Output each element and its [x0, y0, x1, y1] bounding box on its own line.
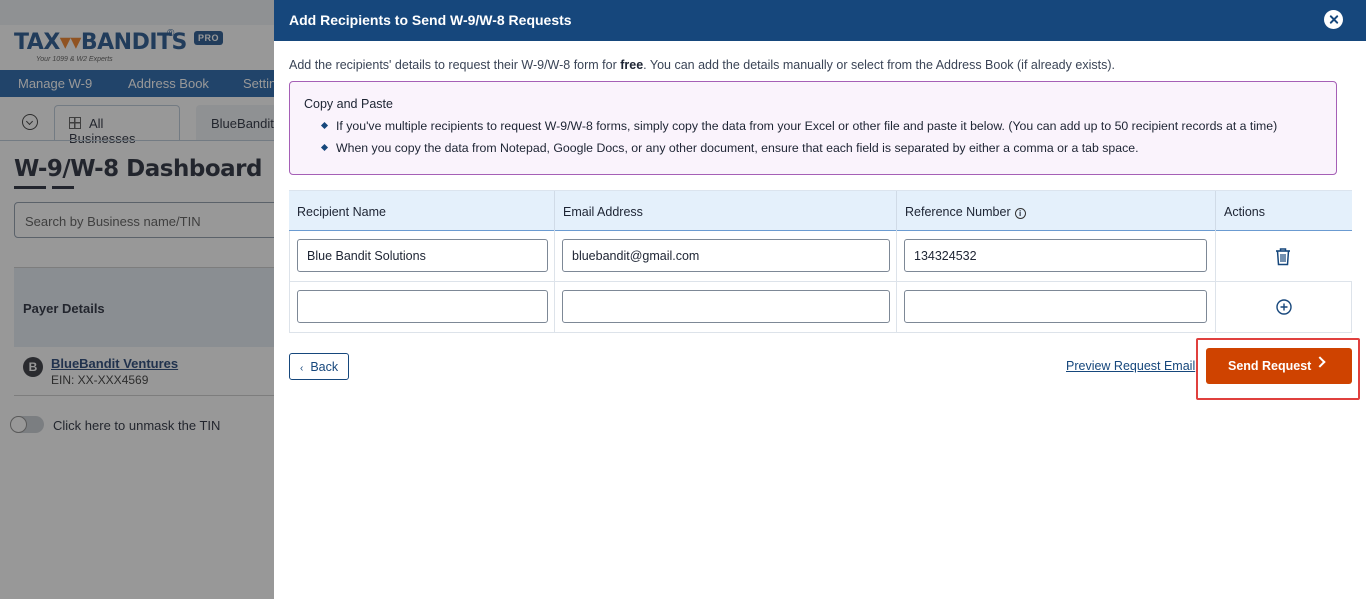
header-reference-number-label: Reference Number: [905, 205, 1011, 219]
close-icon[interactable]: [1324, 10, 1343, 29]
header-actions: Actions: [1216, 191, 1352, 232]
email-address-input[interactable]: [562, 290, 890, 323]
reference-number-input[interactable]: [904, 239, 1207, 272]
send-request-label: Send Request: [1228, 359, 1312, 373]
header-recipient-name-label: Recipient Name: [297, 205, 386, 219]
reference-number-input[interactable]: [904, 290, 1207, 323]
cell-email: [555, 282, 897, 333]
cell-actions: [1216, 231, 1352, 282]
recipient-name-input[interactable]: [297, 239, 548, 272]
cell-name: [289, 231, 555, 282]
preview-request-email-link[interactable]: Preview Request Email: [1066, 359, 1195, 373]
chevron-left-icon: ‹: [300, 362, 304, 374]
recipient-name-input[interactable]: [297, 290, 548, 323]
intro-text-bold: free: [620, 58, 644, 72]
send-request-button[interactable]: Send Request: [1206, 348, 1352, 384]
recipients-table-header: Recipient Name Email Address Reference N…: [289, 190, 1352, 232]
trash-icon[interactable]: [1274, 247, 1292, 266]
table-row: [289, 282, 1352, 333]
header-actions-label: Actions: [1224, 205, 1265, 219]
copy-paste-item: When you copy the data from Notepad, Goo…: [304, 141, 1322, 155]
recipients-table: Recipient Name Email Address Reference N…: [289, 190, 1352, 333]
table-row: [289, 231, 1352, 282]
copy-paste-title: Copy and Paste: [304, 97, 393, 111]
email-address-input[interactable]: [562, 239, 890, 272]
chevron-right-icon: [1314, 356, 1326, 368]
back-button[interactable]: ‹ Back: [289, 353, 349, 380]
intro-text-pre: Add the recipients' details to request t…: [289, 58, 621, 72]
info-icon[interactable]: i: [1014, 208, 1026, 219]
copy-paste-info-box: Copy and Paste If you've multiple recipi…: [289, 81, 1337, 175]
header-email-address-label: Email Address: [563, 205, 643, 219]
back-button-label: Back: [310, 359, 339, 374]
cell-actions: [1216, 282, 1352, 333]
add-recipients-drawer: Add Recipients to Send W-9/W-8 Requests …: [274, 0, 1366, 599]
cell-reference: [897, 231, 1216, 282]
cell-name: [289, 282, 555, 333]
intro-text-post: . You can add the details manually or se…: [643, 58, 1115, 72]
drawer-header: Add Recipients to Send W-9/W-8 Requests: [274, 0, 1366, 41]
drawer-title: Add Recipients to Send W-9/W-8 Requests: [289, 12, 572, 28]
copy-paste-item: If you've multiple recipients to request…: [304, 119, 1322, 133]
header-recipient-name: Recipient Name: [289, 191, 555, 232]
cell-reference: [897, 282, 1216, 333]
plus-circle-icon[interactable]: [1276, 299, 1292, 315]
header-email-address: Email Address: [555, 191, 897, 232]
header-reference-number: Reference Number i: [897, 191, 1216, 232]
intro-text: Add the recipients' details to request t…: [289, 58, 1115, 72]
cell-email: [555, 231, 897, 282]
